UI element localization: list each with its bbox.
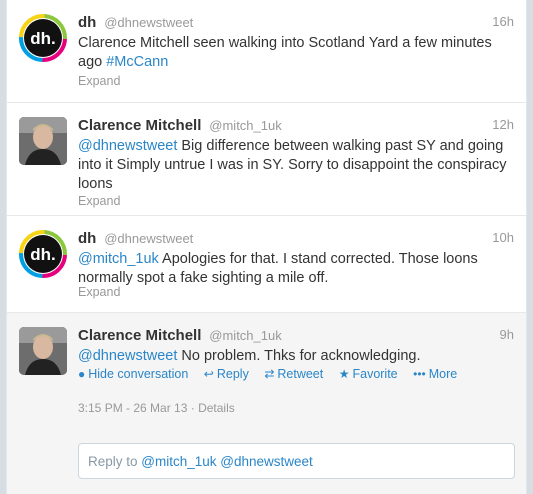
tweet-text-body: No problem. Thks for acknowledging. [177,348,421,364]
fullname[interactable]: Clarence Mitchell [78,117,201,134]
tweet-text: @mitch_1uk Apologies for that. I stand c… [78,250,512,288]
avatar[interactable]: dh. [19,14,67,62]
tweet-time[interactable]: 10h [492,230,514,245]
retweet-icon: ⇄ [264,367,275,381]
tweet-expanded[interactable]: Clarence Mitchell @mitch_1uk 9h @dhnewst… [7,313,526,494]
tweet[interactable]: Clarence Mitchell @mitch_1uk 12h @dhnews… [7,103,526,216]
svg-text:dh.: dh. [30,245,56,264]
retweet-button[interactable]: ⇄ Retweet [264,367,323,381]
tweet-header: Clarence Mitchell @mitch_1uk 9h [78,327,514,345]
favorite-label: Favorite [352,367,398,381]
tweet-meta: 3:15 PM - 26 Mar 13 · Details [78,401,235,415]
tweet-text: @dhnewstweet No problem. Thks for acknow… [78,347,512,366]
conversation-timeline: dh. dh @dhnewstweet 16h Clarence Mitchel… [6,0,527,494]
username[interactable]: @mitch_1uk [209,118,281,133]
mention-link[interactable]: @dhnewstweet [78,138,177,154]
more-button[interactable]: ••• More [413,367,457,381]
hashtag-link[interactable]: #McCann [106,54,168,70]
reply-label: Reply [216,367,249,381]
details-link[interactable]: Details [198,401,235,415]
username[interactable]: @dhnewstweet [104,15,193,30]
username[interactable]: @dhnewstweet [104,231,193,246]
username[interactable]: @mitch_1uk [209,328,281,343]
reply-button[interactable]: ↩ Reply [204,367,249,381]
fullname[interactable]: dh [78,230,96,247]
mention-link[interactable]: @dhnewstweet [78,348,177,364]
tweet-actions: ● Hide conversation ↩ Reply ⇄ Retweet ★ Favo… [78,367,469,381]
svg-text:dh.: dh. [30,29,56,48]
more-dots-icon: ••• [413,367,426,381]
expand-link[interactable]: Expand [78,74,120,88]
hide-conversation-label: Hide conversation [88,367,189,381]
fullname[interactable]: Clarence Mitchell [78,327,201,344]
tweet-timestamp[interactable]: 3:15 PM - 26 Mar 13 [78,401,187,415]
mention-link[interactable]: @mitch_1uk [78,251,159,267]
more-label: More [428,367,458,381]
reply-prefix: Reply to [88,454,142,469]
tweet-header: Clarence Mitchell @mitch_1uk 12h [78,117,514,135]
expand-link[interactable]: Expand [78,194,120,208]
speech-bubble-icon: ● [78,367,86,381]
tweet-time[interactable]: 9h [500,327,514,342]
avatar[interactable] [19,327,67,375]
avatar[interactable]: dh. [19,230,67,278]
reply-mention: @mitch_1uk [141,454,217,469]
reply-input[interactable]: Reply to @mitch_1uk @dhnewstweet [78,443,515,479]
tweet-text: Clarence Mitchell seen walking into Scot… [78,34,512,72]
expand-link[interactable]: Expand [78,285,120,299]
retweet-label: Retweet [277,367,324,381]
dh-logo-icon: dh. [19,230,67,278]
reply-mention: @dhnewstweet [220,454,313,469]
reply-arrow-icon: ↩ [203,367,214,381]
tweet[interactable]: dh. dh @dhnewstweet 10h @mitch_1uk Apolo… [7,216,526,313]
favorite-button[interactable]: ★ Favorite [339,367,398,381]
tweet-header: dh @dhnewstweet 16h [78,14,514,32]
tweet-header: dh @dhnewstweet 10h [78,230,514,248]
star-icon: ★ [338,367,350,381]
avatar[interactable] [19,117,67,165]
tweet[interactable]: dh. dh @dhnewstweet 16h Clarence Mitchel… [7,0,526,103]
hide-conversation-button[interactable]: ● Hide conversation [78,367,188,381]
person-photo-icon [19,327,67,375]
tweet-time[interactable]: 16h [492,14,514,29]
meta-separator: · [190,401,199,415]
tweet-text: @dhnewstweet Big difference between walk… [78,137,512,194]
dh-logo-icon: dh. [19,14,67,62]
person-photo-icon [19,117,67,165]
tweet-time[interactable]: 12h [492,117,514,132]
fullname[interactable]: dh [78,14,96,31]
